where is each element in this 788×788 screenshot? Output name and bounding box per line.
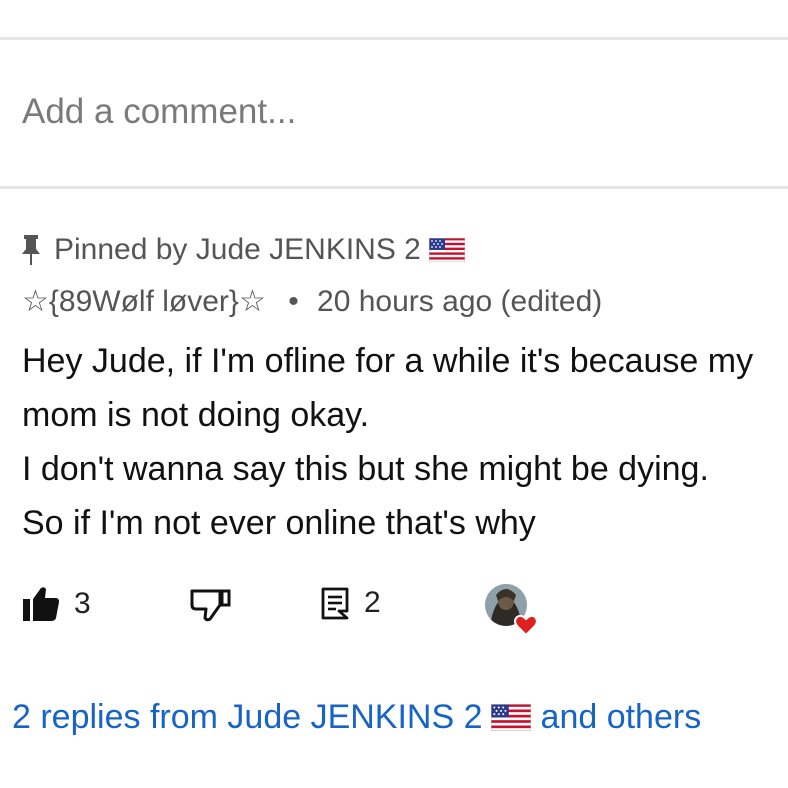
comments-panel: Add a comment... Pinned by Jude JENKINS … [0,0,788,788]
like-button[interactable]: 3 [22,586,91,622]
pin-icon [22,235,40,265]
comment-line: So if I'm not ever online that's why [22,504,536,542]
replies-label: 2 replies from Jude JENKINS 2 [12,698,483,736]
creator-heart [484,581,544,639]
view-replies-link[interactable]: 2 replies from Jude JENKINS 2 and others [12,698,701,737]
top-divider [0,37,788,40]
dislike-button[interactable] [189,588,231,622]
comment-text: Hey Jude, if I'm ofline for a while it's… [22,334,788,550]
comment-line: Hey Jude, if I'm ofline for a while it's… [22,342,754,380]
pinned-label: Pinned by Jude JENKINS 2 [54,233,421,266]
thumbs-up-filled-icon [23,587,59,621]
comment-meta: ☆{89Wølf løver}☆ • 20 hours ago (edited) [22,284,602,319]
reply-comment-icon [321,587,349,620]
thumbs-down-outline-icon [190,589,231,622]
comment-line: I don't wanna say this but she might be … [22,450,709,488]
comment-actions: 3 2 [0,578,788,637]
meta-separator: • [288,285,299,318]
creator-heart-icon [514,614,538,637]
us-flag-icon [428,238,465,262]
add-comment-input[interactable]: Add a comment... [22,92,296,132]
reply-count: 2 [364,586,381,619]
comment-timestamp: 20 hours ago (edited) [317,285,603,318]
avatar [485,584,538,637]
replies-label-suffix: and others [540,698,702,736]
like-count: 3 [74,587,91,620]
comment-author[interactable]: ☆{89Wølf løver}☆ [22,285,266,318]
pinned-indicator: Pinned by Jude JENKINS 2 [20,230,465,270]
comment-line: mom is not doing okay. [22,396,370,434]
reply-button[interactable]: 2 [320,586,381,620]
composer-divider [0,186,788,189]
us-flag-icon [490,704,531,731]
